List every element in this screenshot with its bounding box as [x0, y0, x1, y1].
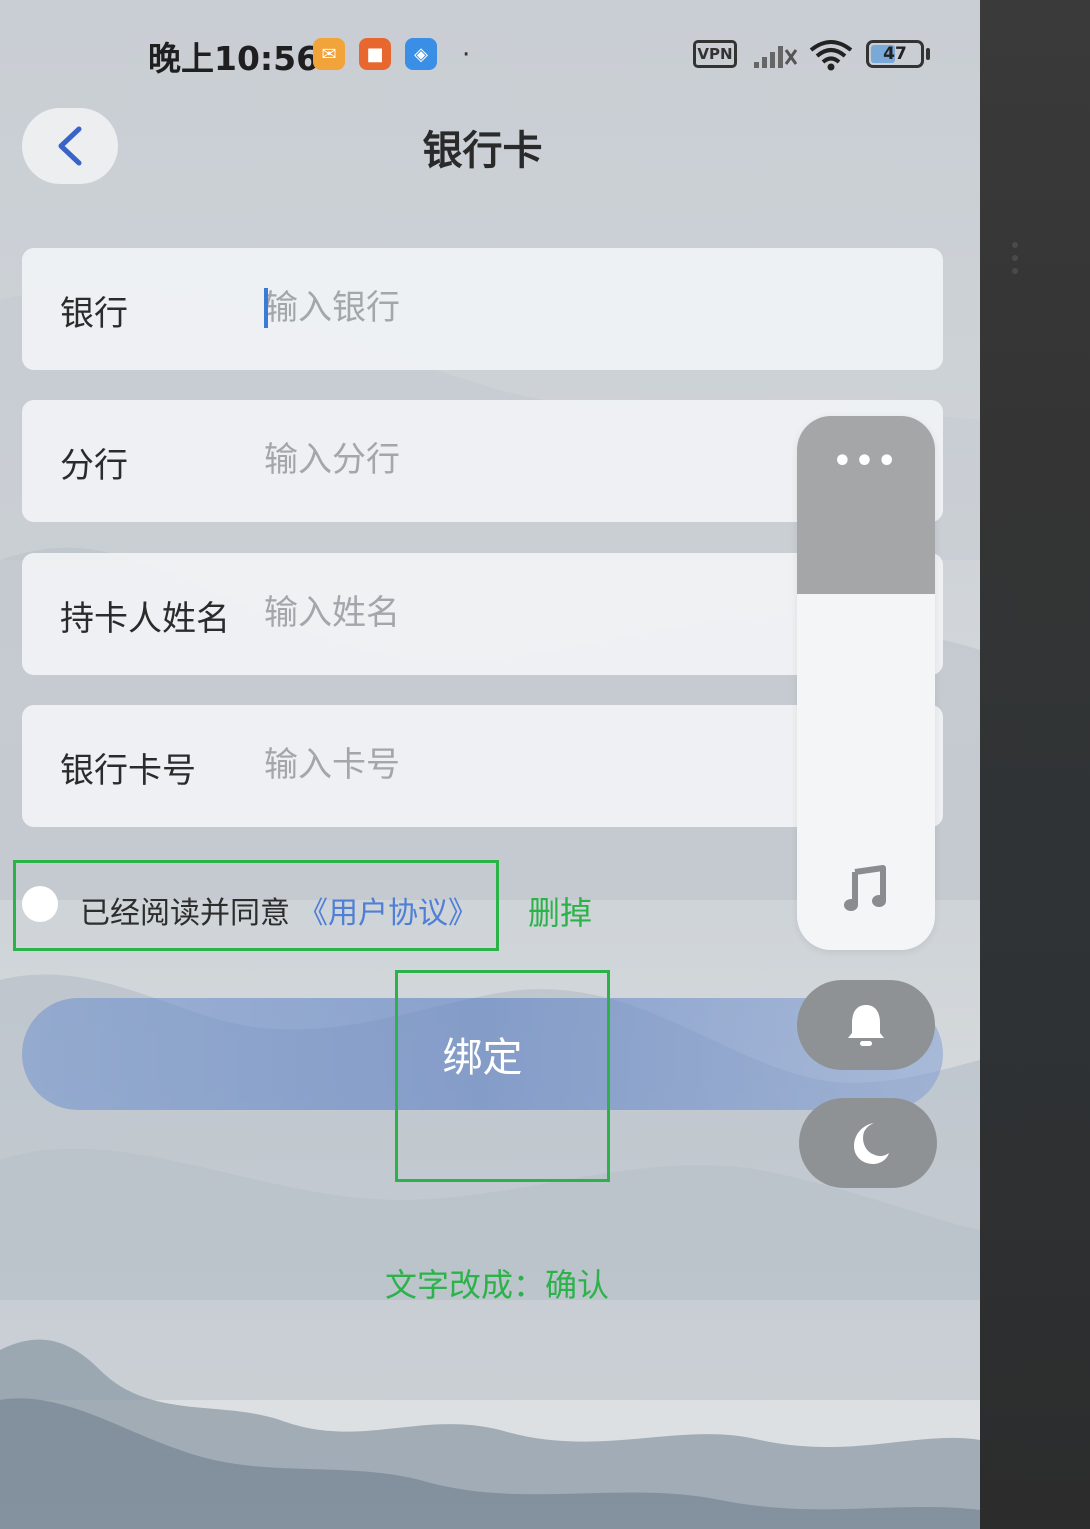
more-icon[interactable]: •••	[797, 444, 935, 479]
panel-slider-fill[interactable]	[797, 416, 935, 594]
vpn-icon: VPN	[693, 40, 737, 68]
menu-dots-icon	[1012, 242, 1018, 274]
bank-input[interactable]	[264, 278, 884, 338]
bell-icon	[848, 1005, 884, 1046]
shield-app-icon: ◈	[405, 38, 437, 70]
moon-button[interactable]	[799, 1098, 937, 1188]
wifi-icon	[809, 40, 853, 71]
background-app-strip	[980, 0, 1090, 1529]
bell-button[interactable]	[797, 980, 935, 1070]
music-icon[interactable]	[841, 864, 891, 914]
phone-screen: 晚上10:56 ✉ ■ ◈ · VPN 47 银行卡 银行 输入银行 分行 输入…	[0, 0, 980, 1529]
bank-label: 银行	[60, 294, 128, 334]
page-title: 银行卡	[422, 128, 543, 174]
screenshot: 晚上10:56 ✉ ■ ◈ · VPN 47 银行卡 银行 输入银行 分行 输入…	[0, 0, 1090, 1529]
floating-control-panel[interactable]: •••	[797, 416, 935, 950]
cardholder-label: 持卡人姓名	[60, 599, 230, 639]
moon-icon	[854, 1123, 889, 1164]
annotation-rename-note: 文字改成：确认	[385, 1266, 610, 1304]
branch-input[interactable]	[264, 430, 884, 490]
video-app-icon: ■	[359, 38, 391, 70]
battery-cap	[926, 48, 930, 60]
annotation-box-button	[395, 970, 610, 1182]
bank-row: 银行	[22, 248, 943, 370]
cardholder-input[interactable]	[264, 583, 884, 643]
status-time: 晚上10:56	[148, 39, 320, 78]
signal-icon	[754, 46, 798, 68]
card-number-label: 银行卡号	[60, 751, 196, 791]
app-notification-icon: ✉	[313, 38, 345, 70]
status-dot: ·	[462, 40, 471, 70]
annotation-box-agreement	[13, 860, 499, 951]
battery-icon: 47	[866, 40, 924, 68]
card-number-input[interactable]	[264, 735, 884, 795]
text-caret	[264, 288, 268, 328]
annotation-delete-note: 删掉	[528, 894, 593, 932]
branch-label: 分行	[60, 446, 128, 486]
